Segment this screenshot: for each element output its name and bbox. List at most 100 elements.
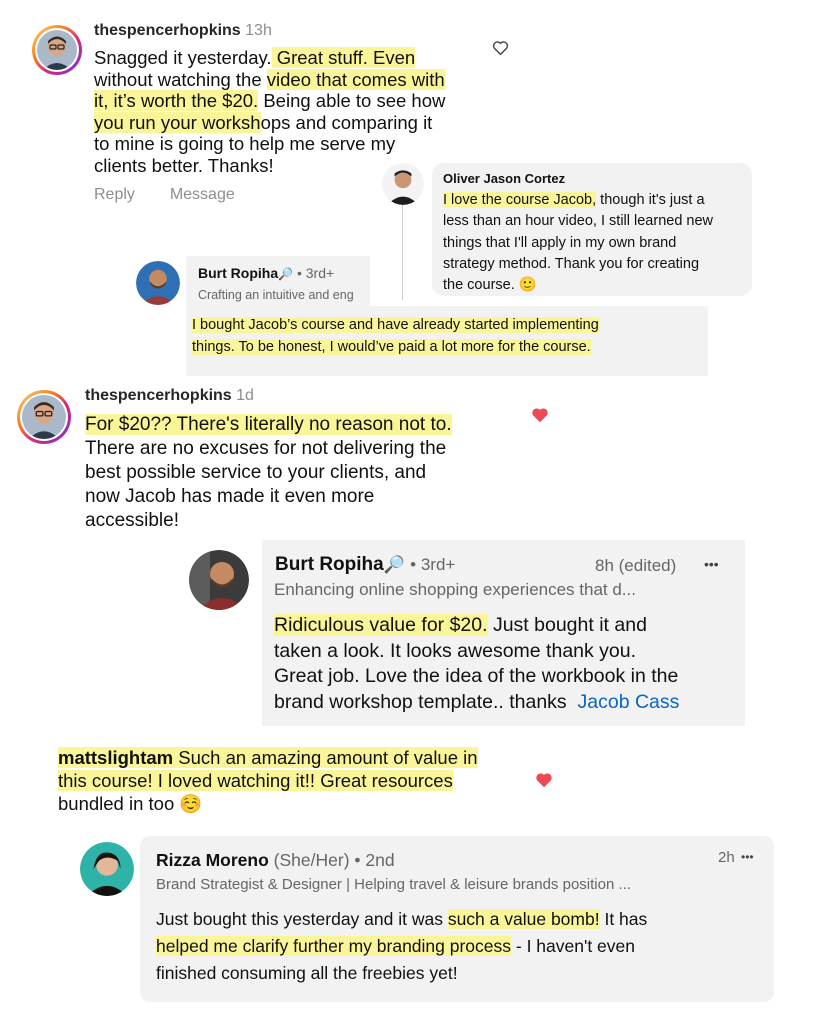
comment-line: to mine is going to help me serve my [94,133,494,155]
comment-text-segment: now Jacob has made it even more [85,486,375,507]
burt-2-name[interactable]: Burt Ropiha [275,554,384,575]
timestamp: 13h [245,22,272,39]
avatar-oliver[interactable] [382,163,424,205]
comment-text-segment: ops and comparing it [260,111,433,133]
comment-line: helped me clarify further my branding pr… [156,933,766,960]
oliver-name[interactable]: Oliver Jason Cortez [443,171,565,186]
comment-text-segment: bundled in too [58,793,180,814]
rizza-headline: Brand Strategist & Designer | Helping tr… [156,876,631,893]
avatar-rizza[interactable] [80,842,134,896]
comment-line: without watching the video that comes wi… [94,68,494,91]
oliver-comment-text: I love the course Jacob, though it's jus… [443,190,748,296]
magnifier-icon: 🔎 [278,267,294,281]
comment-text-segment: Being able to see how [258,90,446,111]
burt-2-comment-text: Ridiculous value for $20. Just bought it… [274,613,744,715]
comment-text-segment: Snagged it yesterday. [94,47,272,68]
heart-filled-icon[interactable] [531,407,549,423]
comment-line: finished consuming all the freebies yet! [156,960,766,987]
comment-1-text: Snagged it yesterday. Great stuff. Even w… [94,47,494,176]
rizza-name[interactable]: Rizza Moreno [156,850,269,870]
rizza-timestamp: 2h [718,849,735,866]
comment-line: now Jacob has made it even more [85,485,525,509]
comment-line: it, it’s worth the $20. Being able to se… [94,90,494,112]
comment-text-segment: to mine is going to help me serve my [94,133,396,154]
comment-text-segment: clients better. Thanks! [94,154,274,176]
comment-text-segment: Great stuff. Even [271,47,416,68]
mention-link[interactable]: Jacob Cass [578,691,680,713]
more-icon[interactable]: ••• [741,850,754,864]
comment-text-segment: taken a look. It looks awesome thank you… [274,639,637,662]
comment-text-segment: For $20?? There's literally no reason no… [85,414,452,435]
heart-filled-icon[interactable] [535,772,553,788]
comment-line: mattslightam Such an amazing amount of v… [58,746,528,769]
comment-text-segment: I love the course Jacob, [443,192,597,208]
burt-2-headline: Enhancing online shopping experiences th… [274,580,636,599]
comment-text-segment: Great job. Love the idea of the workbook… [274,665,679,687]
connection-degree: • 3rd+ [296,265,335,281]
comment-text-segment: best possible service to your clients, a… [85,462,427,483]
comment-text-segment: it, it’s worth the $20. [94,90,259,111]
comment-text-segment: finished consuming all the freebies yet! [156,963,458,983]
burt-1-header: Burt Ropiha🔎 • 3rd+ [198,265,334,281]
more-icon[interactable]: ••• [704,556,719,572]
comment-text-segment: the course. [443,277,519,294]
comment-1-actions: Reply Message [94,186,235,204]
rizza-header: Rizza Moreno (She/Her) • 2nd [156,850,395,871]
comment-line: For $20?? There's literally no reason no… [85,413,525,437]
pronouns: (She/Her) [273,850,350,870]
comment-line: best possible service to your clients, a… [85,461,525,485]
username[interactable]: thespencerhopkins [85,387,232,404]
heart-outline-icon[interactable] [492,40,509,56]
comment-2-text: For $20?? There's literally no reason no… [85,413,525,533]
burt-2-timestamp: 8h (edited) [595,556,677,575]
burt-1-headline: Crafting an intuitive and eng [198,288,354,302]
message-button[interactable]: Message [170,186,235,203]
avatar-burt-2[interactable] [189,550,249,610]
comment-line: bundled in too ☺️ [58,792,528,815]
comment-text-segment: though it's just a [596,192,705,208]
comment-text-segment: such a value bomb! [447,909,600,929]
comment-line: Ridiculous value for $20. Just bought it… [274,613,744,639]
comment-line: Just bought this yesterday and it was su… [156,906,766,933]
comment-line: less than an hour video, I still learned… [443,211,748,232]
comment-text-segment: Just bought it and [487,614,647,636]
comment-text-segment: Just bought this yesterday and it was [156,909,448,929]
avatar-spencer-2[interactable] [17,390,71,444]
comment-text-segment: things. To be honest, I would’ve paid a … [192,339,591,355]
comment-text-segment: 🙂 [518,277,537,294]
username[interactable]: mattslightam [58,747,174,768]
username[interactable]: thespencerhopkins [94,22,241,39]
comment-3-text: mattslightam Such an amazing amount of v… [58,746,528,815]
comment-text-segment: It has [599,909,648,929]
avatar-spencer-1[interactable] [32,25,82,75]
comment-text-segment: helped me clarify further my branding pr… [156,936,512,956]
comment-line: taken a look. It looks awesome thank you… [274,639,744,665]
comment-line: Great job. Love the idea of the workbook… [274,664,744,690]
comment-text-segment: accessible! [85,510,179,531]
magnifier-icon: 🔎 [383,555,405,574]
comment-line: accessible! [85,509,525,533]
timestamp: 1d [236,387,254,404]
comment-line: Snagged it yesterday. Great stuff. Even [94,47,494,69]
burt-2-header: Burt Ropiha🔎 • 3rd+ [275,554,455,576]
comment-line: things that I'll apply in my own brand [443,233,748,254]
reply-button[interactable]: Reply [94,186,135,203]
rizza-comment-text: Just bought this yesterday and it was su… [156,906,766,987]
comment-text-segment: video that comes with [266,68,445,90]
avatar-burt-1[interactable] [136,261,180,305]
comment-1-header: thespencerhopkins 13h [94,22,272,40]
comment-line: I bought Jacob’s course and have already… [192,314,702,336]
comment-text-segment: without watching the [94,68,267,90]
burt-1-name[interactable]: Burt Ropiha [198,265,278,281]
comment-2-header: thespencerhopkins 1d [85,387,254,405]
comment-line: the course. 🙂 [443,275,748,296]
comment-text-segment: Ridiculous value for $20. [274,614,488,636]
connection-degree: • 2nd [354,850,395,870]
comment-text-segment: ☺️ [179,793,203,814]
comment-line: things. To be honest, I would’ve paid a … [192,336,702,358]
comment-line: strategy method. Thank you for creating [443,254,748,275]
comment-text-segment: - I haven't even [511,936,636,956]
comment-line: this course! I loved watching it!! Great… [58,769,528,792]
comment-text-segment: I bought Jacob’s course and have already… [192,317,599,333]
comment-text-segment: Such an amazing amount of value in [173,747,478,768]
